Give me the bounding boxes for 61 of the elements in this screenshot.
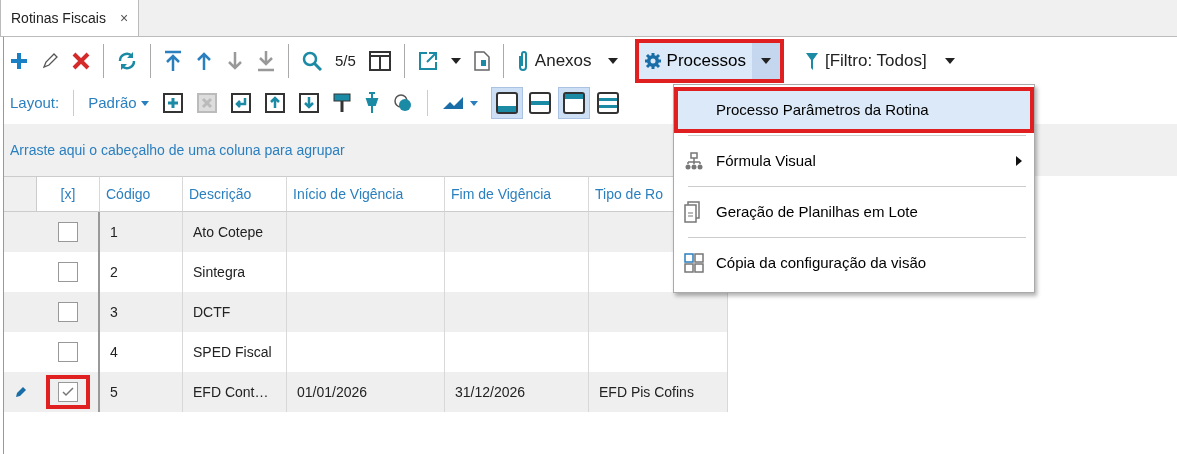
insert-icon[interactable]: [162, 93, 183, 113]
processes-button[interactable]: Processos: [638, 43, 752, 79]
checkbox[interactable]: [57, 382, 78, 402]
grid-icon: [684, 253, 704, 273]
checkmark-icon: [61, 387, 74, 397]
layout-toggle[interactable]: [559, 88, 590, 118]
table-cell: EFD Cont…: [183, 372, 287, 412]
arrow-down-icon[interactable]: [226, 50, 244, 72]
record-count: 5/5: [335, 50, 356, 71]
move-up-icon[interactable]: [264, 93, 285, 113]
shapes-icon[interactable]: [392, 93, 413, 113]
table-cell: 1: [100, 212, 183, 252]
group-hint: Arraste aqui o cabeçalho de uma coluna para agrupar: [10, 140, 345, 160]
gear-icon: [644, 53, 661, 69]
close-button[interactable]: ×: [119, 7, 129, 29]
layout-toggle[interactable]: [491, 88, 522, 118]
checkbox[interactable]: [57, 262, 78, 282]
table-cell: 31/12/2026: [445, 372, 589, 412]
export-icon[interactable]: [417, 51, 438, 71]
arrow-up-icon[interactable]: [195, 50, 213, 72]
document-tab[interactable]: Rotinas Fiscais ×: [0, 0, 140, 36]
checkbox[interactable]: [57, 222, 78, 242]
caret-icon: [944, 58, 955, 64]
attachments-button[interactable]: Anexos: [516, 48, 618, 74]
table-cell: 01/01/2026: [287, 372, 445, 412]
caret-icon: [607, 58, 618, 64]
layout-dropdown[interactable]: Padrão: [88, 91, 149, 115]
checkbox[interactable]: [57, 342, 78, 362]
spreadsheets-icon: [684, 201, 700, 223]
columns-icon[interactable]: [368, 51, 391, 71]
wrap-icon[interactable]: [230, 93, 251, 113]
table-cell: 5: [100, 372, 183, 412]
table-cell: EFD Pis Cofins: [589, 372, 728, 412]
caret-icon: [760, 58, 771, 64]
filter-icon: [804, 51, 819, 71]
paperclip-icon: [516, 50, 529, 72]
first-record-icon[interactable]: [164, 50, 182, 72]
table-cell: 3: [100, 292, 183, 332]
chart-dropdown[interactable]: [441, 96, 478, 110]
refresh-icon[interactable]: [117, 51, 137, 71]
filter-button[interactable]: [Filtro: Todos]: [804, 48, 955, 74]
caret-icon: [469, 100, 478, 106]
pin-icon[interactable]: [364, 92, 379, 114]
move-down-icon[interactable]: [298, 93, 319, 113]
checkbox[interactable]: [57, 302, 78, 322]
layout-label: Layout:: [10, 92, 60, 113]
table-cell: Ato Cotepe: [183, 212, 287, 252]
table-cell: DCTF: [183, 292, 287, 332]
add-icon[interactable]: [10, 52, 28, 70]
column-header[interactable]: Início de Vigência: [287, 176, 445, 212]
hierarchy-icon: [684, 152, 704, 170]
delete-icon[interactable]: [72, 52, 90, 70]
document-icon[interactable]: [473, 51, 490, 71]
paint-roller-icon[interactable]: [332, 93, 351, 113]
caret-icon: [140, 100, 149, 106]
search-icon[interactable]: [302, 51, 322, 71]
pencil-icon[interactable]: [41, 52, 59, 70]
menu-item[interactable]: Cópia da configuração da visão: [674, 240, 1034, 286]
menu-item[interactable]: Processo Parâmetros da Rotina: [674, 87, 1034, 133]
last-record-icon[interactable]: [257, 50, 275, 72]
processes-dropdown-button[interactable]: [751, 43, 780, 79]
